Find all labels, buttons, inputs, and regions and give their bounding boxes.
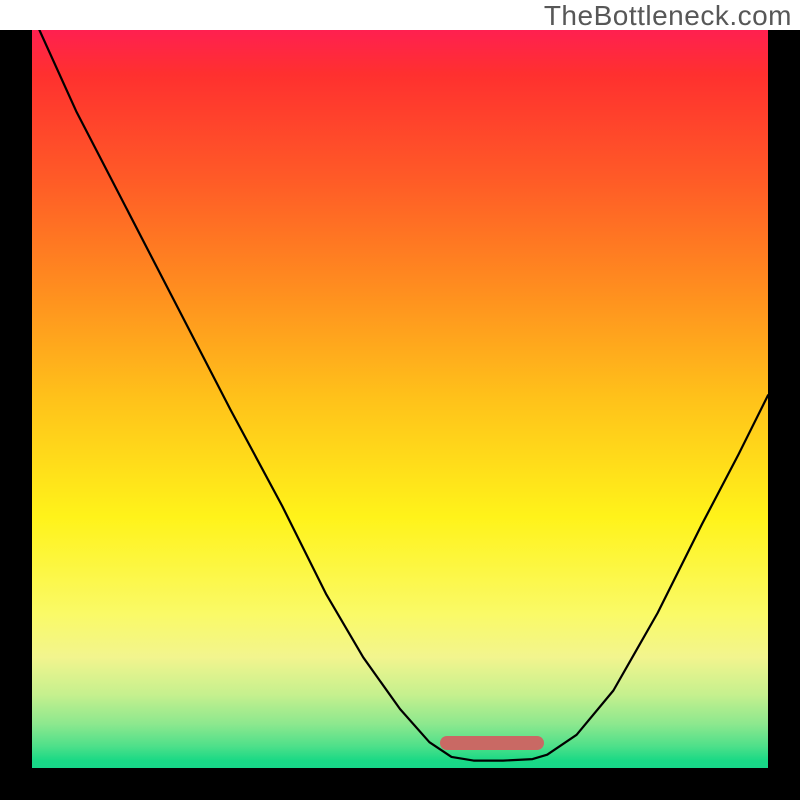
curve-path: [39, 30, 768, 761]
chart-frame: TheBottleneck.com: [0, 0, 800, 800]
optimal-range-marker: [440, 736, 543, 750]
watermark-text: TheBottleneck.com: [544, 0, 792, 32]
bottleneck-curve: [32, 30, 768, 768]
frame-border-bottom: [0, 768, 800, 800]
plot-area: [32, 30, 768, 768]
frame-border-left: [0, 30, 32, 800]
frame-border-right: [768, 30, 800, 800]
